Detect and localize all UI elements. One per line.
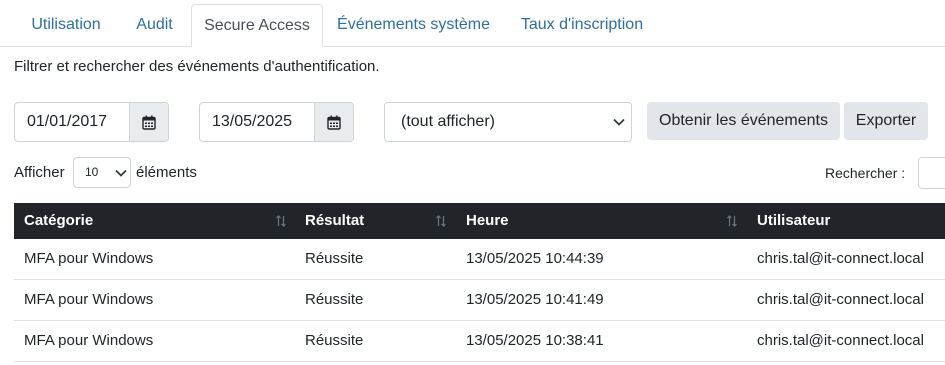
- calendar-icon: [142, 115, 156, 130]
- tab-system-events[interactable]: Événements système: [323, 4, 504, 45]
- table-row[interactable]: MFA pour Windows Réussite 13/05/2025 10:…: [14, 321, 945, 362]
- start-date-input[interactable]: 01/01/2017: [15, 103, 129, 141]
- end-date-input[interactable]: 13/05/2025: [200, 103, 314, 141]
- column-header-result[interactable]: Résultat: [305, 203, 364, 239]
- cell-user: chris.tal@it-connect.local: [757, 250, 924, 267]
- search-label: Rechercher :: [825, 165, 906, 181]
- search-input[interactable]: [918, 157, 945, 189]
- table-row[interactable]: MFA pour Windows Réussite 13/05/2025 10:…: [14, 280, 945, 321]
- tab-secure-access[interactable]: Secure Access: [191, 4, 323, 47]
- secure-access-page: Utilisation Audit Secure Access Événemen…: [0, 0, 945, 365]
- tab-bar: Utilisation Audit Secure Access Événemen…: [0, 4, 945, 47]
- column-header-category[interactable]: Catégorie: [24, 203, 93, 239]
- sort-icon[interactable]: [435, 215, 447, 227]
- cell-category: MFA pour Windows: [24, 250, 154, 267]
- page-length-value: 10: [85, 165, 99, 179]
- cell-result: Réussite: [305, 250, 364, 267]
- sort-icon[interactable]: [726, 215, 738, 227]
- page-length-select[interactable]: 10: [73, 157, 131, 188]
- cell-category: MFA pour Windows: [24, 291, 154, 308]
- column-header-time[interactable]: Heure: [466, 203, 509, 239]
- chevron-down-icon: [115, 158, 127, 187]
- sort-icon[interactable]: [275, 215, 287, 227]
- tab-enrollment-rate[interactable]: Taux d'inscription: [504, 4, 660, 45]
- page-length-suffix: éléments: [136, 164, 197, 181]
- start-date-picker: 01/01/2017: [14, 102, 169, 142]
- cell-time: 13/05/2025 10:38:41: [466, 332, 604, 349]
- get-events-button[interactable]: Obtenir les événements: [647, 102, 840, 140]
- start-date-calendar-button[interactable]: [129, 103, 168, 141]
- event-filter-select[interactable]: (tout afficher): [384, 102, 632, 142]
- cell-result: Réussite: [305, 332, 364, 349]
- column-header-user[interactable]: Utilisateur: [757, 203, 830, 239]
- page-length-prefix: Afficher: [14, 164, 65, 181]
- cell-time: 13/05/2025 10:44:39: [466, 250, 604, 267]
- event-filter-value: (tout afficher): [401, 113, 495, 130]
- page-description: Filtrer et rechercher des événements d'a…: [14, 58, 380, 75]
- cell-user: chris.tal@it-connect.local: [757, 332, 924, 349]
- table-header: Catégorie Résultat Heure Utilisateur: [14, 203, 945, 239]
- tab-audit[interactable]: Audit: [118, 4, 191, 45]
- cell-time: 13/05/2025 10:41:49: [466, 291, 604, 308]
- tab-utilisation[interactable]: Utilisation: [14, 4, 118, 45]
- end-date-picker: 13/05/2025: [199, 102, 354, 142]
- cell-category: MFA pour Windows: [24, 332, 154, 349]
- calendar-icon: [327, 115, 341, 130]
- cell-result: Réussite: [305, 291, 364, 308]
- export-button[interactable]: Exporter: [844, 102, 928, 140]
- cell-user: chris.tal@it-connect.local: [757, 291, 924, 308]
- end-date-calendar-button[interactable]: [314, 103, 353, 141]
- chevron-down-icon: [613, 103, 625, 141]
- table-row[interactable]: MFA pour Windows Réussite 13/05/2025 10:…: [14, 239, 945, 280]
